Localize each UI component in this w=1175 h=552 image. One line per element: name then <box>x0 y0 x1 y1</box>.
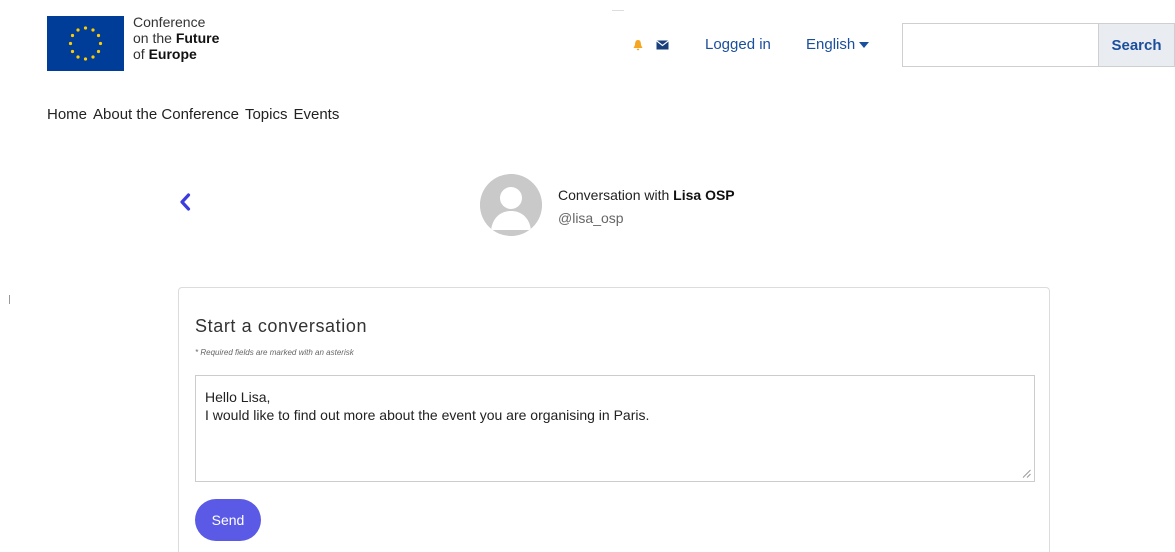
logged-in-link[interactable]: Logged in <box>705 36 771 53</box>
nav-item-about[interactable]: About the Conference <box>93 106 239 123</box>
form-title: Start a conversation <box>195 316 368 336</box>
nav-item-topics[interactable]: Topics <box>245 106 288 123</box>
logo-line-3-prefix: of <box>133 46 149 62</box>
page: Conference on the Future of Europe Logge… <box>0 0 1175 552</box>
logo-text[interactable]: Conference on the Future of Europe <box>133 14 219 62</box>
logo-line-1: Conference <box>133 14 206 30</box>
side-tick <box>9 295 10 304</box>
search-button[interactable]: Search <box>1098 24 1174 66</box>
search-bar: Search <box>902 23 1175 67</box>
chevron-left-icon[interactable] <box>178 192 192 212</box>
envelope-icon[interactable] <box>656 40 669 50</box>
conversation-partner-name: Lisa OSP <box>673 187 735 203</box>
caret-down-icon <box>859 41 870 48</box>
bell-icon[interactable] <box>632 39 644 51</box>
conversation-form-card: Start a conversation * Required fields a… <box>178 287 1050 552</box>
nav-item-home[interactable]: Home <box>47 106 87 123</box>
top-divider <box>612 10 624 11</box>
conversation-title-prefix: Conversation with <box>558 187 674 203</box>
language-selector[interactable]: English <box>806 36 870 53</box>
avatar[interactable] <box>480 174 542 236</box>
logo-line-3-bold: Europe <box>148 46 197 62</box>
main-nav: Home About the Conference Topics Events <box>47 106 339 123</box>
nav-item-events[interactable]: Events <box>293 106 339 123</box>
user-silhouette-icon <box>480 174 542 236</box>
eu-flag-logo[interactable] <box>47 16 124 71</box>
logo-line-2-bold: Future <box>175 30 220 46</box>
message-line-1: Hello Lisa, <box>205 389 271 405</box>
eu-flag-icon <box>47 16 124 71</box>
message-line-2: I would like to find out more about the … <box>205 407 650 423</box>
required-fields-note: * Required fields are marked with an ast… <box>195 348 354 357</box>
send-button[interactable]: Send <box>195 499 261 541</box>
logo-line-3: of Europe <box>133 46 219 62</box>
conversation-handle: @lisa_osp <box>558 210 624 226</box>
logo-line-2: on the Future <box>133 30 219 46</box>
conversation-title: Conversation with Lisa OSP <box>558 187 735 203</box>
message-textarea[interactable]: Hello Lisa, I would like to find out mor… <box>195 375 1035 482</box>
search-input[interactable] <box>903 24 1098 66</box>
resize-grip-icon[interactable] <box>1022 469 1031 478</box>
logo-line-2-prefix: on the <box>133 30 176 46</box>
language-label: English <box>806 36 856 53</box>
